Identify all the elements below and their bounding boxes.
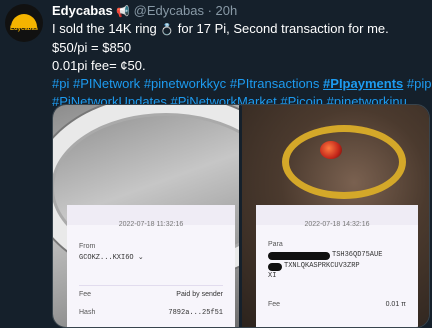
hashtag-pinetworkkyc[interactable]: #pinetworkkyc — [144, 76, 226, 91]
redaction-bar-2 — [268, 263, 282, 271]
hashtag-line-1: #pi #PINetwork #pinetworkkyc #PItransact… — [52, 75, 432, 93]
receipt-right-to-line2: TXNLQKASPRKCUV3ZRP — [284, 262, 360, 270]
megaphone-icon: 📢 — [116, 6, 131, 18]
display-name[interactable]: Edycabas — [52, 3, 113, 18]
receipt-right-to-label: Para — [268, 241, 283, 248]
hashtag-pitransactions[interactable]: #PItransactions — [230, 76, 320, 91]
receipt-left-date: 2022-07-18 11:32:16 — [118, 221, 184, 228]
hashtag-pinetwork[interactable]: #PINetwork — [73, 76, 140, 91]
tweet-time[interactable]: 20h — [216, 3, 238, 18]
photo-left[interactable]: 2022-07-18 11:32:16 From GCOKZ...KXI6O ⌄… — [53, 105, 239, 327]
chevron-down-icon: ⌄ — [137, 254, 144, 262]
hashtag-pipayments[interactable]: #PIpayments — [323, 76, 403, 91]
divider — [79, 285, 223, 286]
photo-right[interactable]: 2022-07-18 14:32:16 Para TSH36QD75AUE TX… — [242, 105, 429, 327]
avatar-text: Edycabas — [9, 26, 39, 32]
tweet-line-3: 0.01pi fee= ¢50. — [52, 58, 146, 73]
tweet-content: Edycabas 📢 @Edycabas · 20h I sold the 14… — [52, 2, 432, 328]
tweet-media[interactable]: 2022-07-18 11:32:16 From GCOKZ...KXI6O ⌄… — [52, 104, 430, 328]
receipt-left-from-label: From — [79, 243, 96, 250]
receipt-left-from-value: GCOKZ...KXI6O ⌄ — [79, 254, 144, 262]
redaction-bar — [268, 252, 330, 260]
receipt-right-to-line3: XI — [268, 272, 277, 280]
receipt-right-date: 2022-07-18 14:32:16 — [304, 221, 370, 228]
separator-dot: · — [207, 3, 212, 18]
receipt-right-fee-row: Fee 0.01 π — [268, 301, 406, 308]
receipt-left-hash-row: Hash 7892a...25f51 — [79, 309, 223, 317]
receipt-left-fee-row: Fee Paid by sender — [79, 291, 223, 298]
tweet-line-2: $50/pi = $850 — [52, 40, 132, 55]
tweet-text: I sold the 14K ring 💍 for 17 Pi, Second … — [52, 20, 432, 111]
tweet-line-1: I sold the 14K ring 💍 for 17 Pi, Second … — [52, 20, 428, 39]
tweet-header: Edycabas 📢 @Edycabas · 20h — [52, 2, 428, 20]
hashtag-pi[interactable]: #pi — [52, 76, 69, 91]
ring-icon: 💍 — [160, 24, 175, 36]
receipt-left: 2022-07-18 11:32:16 From GCOKZ...KXI6O ⌄… — [67, 205, 235, 327]
receipt-right-to-line1: TSH36QD75AUE — [332, 251, 383, 259]
red-gem — [320, 141, 342, 159]
tweet-line-1-post: for 17 Pi, Second transaction for me. — [177, 21, 389, 36]
avatar[interactable]: Edycabas — [5, 4, 43, 42]
user-handle[interactable]: @Edycabas — [134, 3, 204, 18]
ring-photo-gold — [282, 125, 406, 199]
receipt-right: 2022-07-18 14:32:16 Para TSH36QD75AUE TX… — [256, 205, 418, 327]
tweet-line-1-pre: I sold the 14K ring — [52, 21, 157, 36]
hashtag-pipay[interactable]: #pipay — [407, 76, 432, 91]
